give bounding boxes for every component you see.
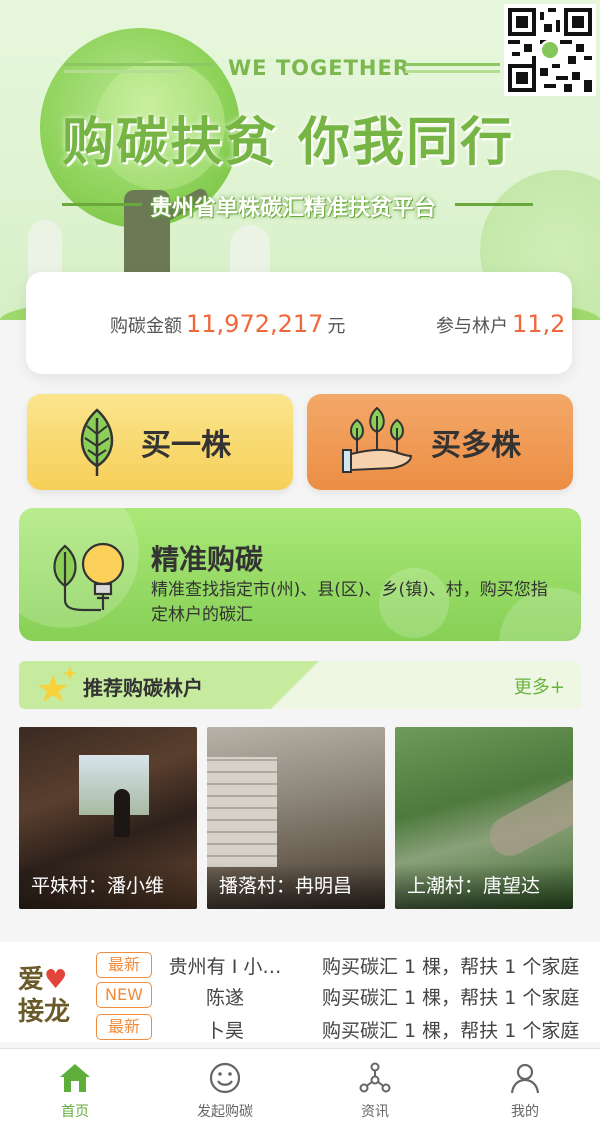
amount-unit: 元 (327, 316, 346, 337)
leaf-icon (80, 408, 114, 476)
tab-label: 资讯 (361, 1104, 389, 1120)
tab-label: 首页 (61, 1104, 89, 1120)
precise-purchase-card[interactable]: 精准购碳 精准查找指定市(州)、县(区)、乡(镇)、村，购买您指定林户的碳汇 (19, 508, 581, 641)
banner-slogan: 购碳扶贫 你我同行 (62, 113, 515, 173)
bottom-tab-bar: 首页 发起购碳 资讯 我的 (0, 1048, 600, 1129)
household-card[interactable]: 上潮村：唐望达 (395, 727, 573, 909)
recommend-list: 平妹村：潘小维 播落村：冉明昌 上潮村：唐望达 (19, 727, 581, 909)
user-icon (510, 1063, 540, 1094)
news-ticker[interactable]: 爱♥ 接龙 最新 贵州有 I 小… 购买碳汇 1 棵，帮扶 1 个家庭 NEW … (0, 942, 600, 1042)
amount-label: 购碳金额 (110, 316, 182, 337)
tab-news[interactable]: 资讯 (300, 1049, 450, 1129)
more-link[interactable]: 更多+ (514, 673, 565, 699)
household-card[interactable]: 平妹村：潘小维 (19, 727, 197, 909)
amount-stat: 购碳金额 11,972,217 元 (110, 310, 345, 338)
precise-title: 精准购碳 (151, 543, 264, 576)
amount-value: 11,972,217 (186, 310, 324, 338)
news-tag: 最新 (96, 952, 152, 978)
buy-one-label: 买一株 (141, 428, 231, 463)
smile-icon (209, 1062, 241, 1094)
precise-description: 精准查找指定市(州)、县(区)、乡(镇)、村，购买您指定林户的碳汇 (151, 580, 548, 625)
recommend-header: 推荐购碳林户 更多+ (19, 661, 581, 709)
news-tag: NEW (96, 982, 152, 1008)
recommend-title: 推荐购碳林户 (83, 676, 203, 700)
buy-one-button[interactable]: 买一株 (27, 394, 293, 490)
tab-home[interactable]: 首页 (0, 1049, 150, 1129)
tab-label: 发起购碳 (197, 1104, 253, 1120)
leaf-bulb-icon (53, 542, 125, 612)
banner-subtitle: 贵州省单株碳汇精准扶贫平台 (150, 196, 437, 221)
household-caption: 播落村：冉明昌 (207, 863, 385, 909)
news-tag: 最新 (96, 1014, 152, 1040)
heart-icon: ♥ (44, 965, 68, 995)
households-value: 11,2 (512, 310, 566, 338)
households-stat: 参与林户 11,2 (436, 310, 569, 338)
buy-many-label: 买多株 (431, 428, 521, 463)
home-icon (60, 1064, 90, 1092)
qr-code[interactable] (504, 4, 596, 96)
household-caption: 平妹村：潘小维 (19, 863, 197, 909)
households-label: 参与林户 (436, 316, 508, 337)
hand-plants-icon (342, 406, 413, 473)
share-nodes-icon (359, 1062, 391, 1093)
star-icon (38, 667, 77, 702)
stats-card: 购碳金额 11,972,217 元 参与林户 11,2 (26, 272, 572, 374)
household-caption: 上潮村：唐望达 (395, 863, 573, 909)
we-together-text: WE TOGETHER (228, 56, 410, 80)
tab-label: 我的 (511, 1104, 539, 1120)
love-relay-logo: 爱♥ 接龙 (18, 965, 71, 1027)
household-card[interactable]: 播落村：冉明昌 (207, 727, 385, 909)
app-screen: WE TOGETHER 购碳扶贫 你我同行 贵州省单株碳汇精准扶贫平台 购碳金额… (0, 0, 600, 1129)
tab-mine[interactable]: 我的 (450, 1049, 600, 1129)
buy-many-button[interactable]: 买多株 (307, 394, 573, 490)
tab-start-purchase[interactable]: 发起购碳 (150, 1049, 300, 1129)
qr-code-icon (508, 8, 592, 92)
